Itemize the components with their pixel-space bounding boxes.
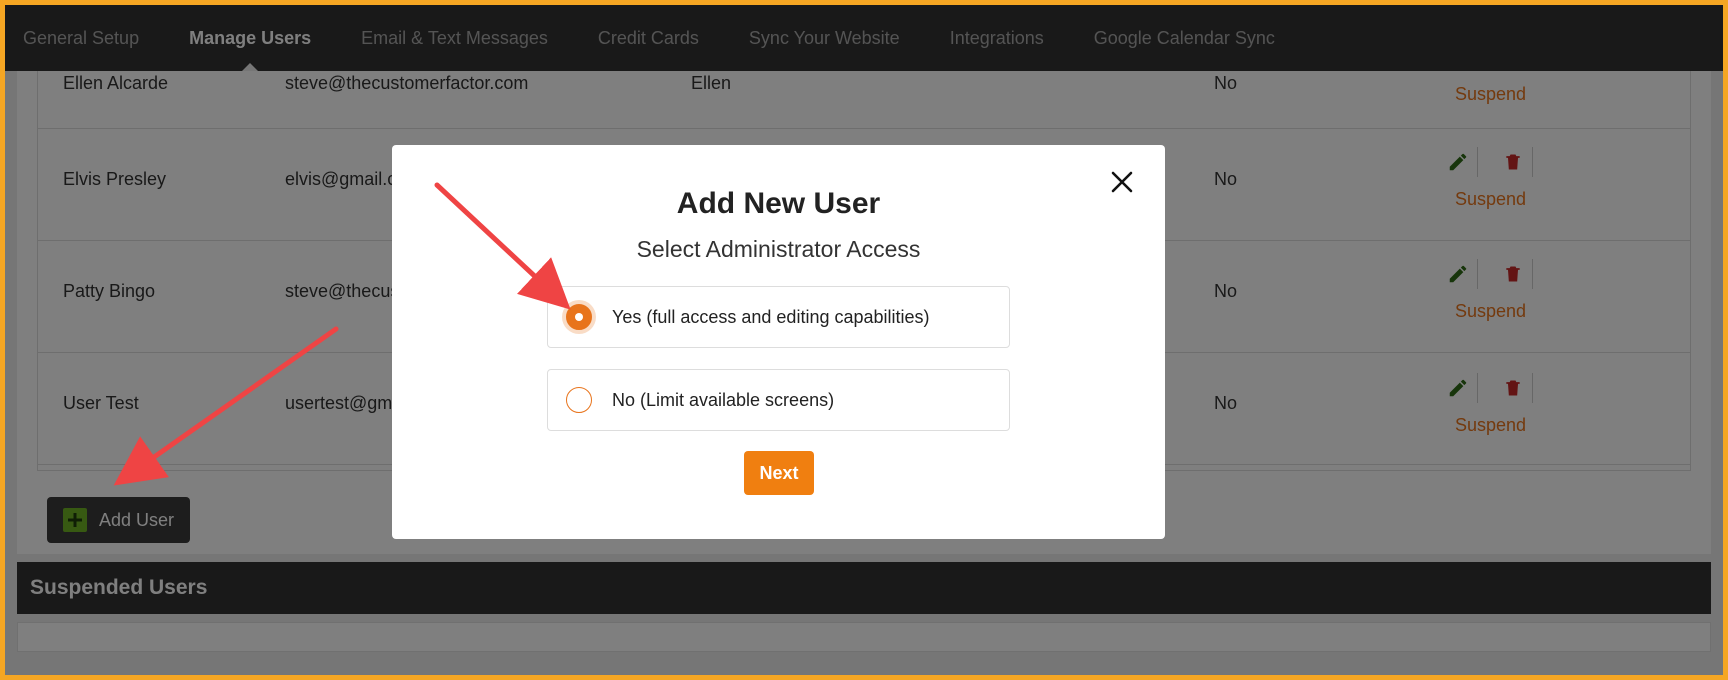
annotation-arrow-yes [434, 182, 571, 310]
annotation-arrow-add-user [113, 326, 339, 486]
annotation-arrows [113, 182, 571, 486]
